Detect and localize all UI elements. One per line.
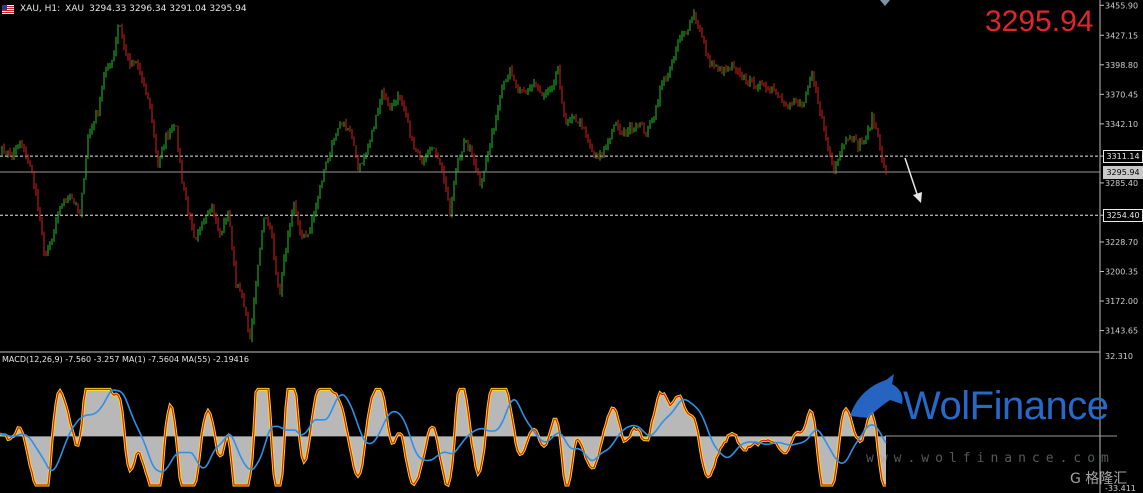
price-tick-label: 3370.45 <box>1105 90 1138 99</box>
symbol-flag-icon <box>2 4 14 14</box>
macd-header: MACD(12,26,9) -7.560 -3.257 MA(1) -7.560… <box>2 355 249 364</box>
symbol-period: XAU, H1: <box>20 4 61 14</box>
watermark-brand: WolFinance <box>903 384 1109 428</box>
watermark-corner: G 格隆汇 <box>1070 471 1128 487</box>
price-tag-lower: 3254.40 <box>1103 209 1143 223</box>
price-tick-label: 3285.40 <box>1105 179 1138 188</box>
price-tick-label: 3427.15 <box>1105 31 1138 40</box>
price-tick-label: 3342.10 <box>1105 120 1138 129</box>
macd-tick-label: 32.310 <box>1105 352 1133 361</box>
trend-arrow-head <box>913 192 922 203</box>
current-price-display: 3295.94 <box>985 5 1094 38</box>
trend-arrow-shaft <box>904 157 919 198</box>
price-tick-label: 3228.70 <box>1105 238 1138 247</box>
symbol-name: XAU <box>65 4 85 14</box>
price-tick-label: 3143.65 <box>1105 327 1138 336</box>
price-tick-label: 3455.90 <box>1105 1 1138 10</box>
price-tag-current: 3295.94 <box>1103 165 1143 179</box>
candles-group <box>1 9 887 343</box>
symbol-header: XAU, H1: XAU 3294.33 3296.34 3291.04 329… <box>2 2 252 16</box>
price-tick-label: 3398.80 <box>1105 61 1138 70</box>
price-tag-upper: 3311.14 <box>1103 150 1143 164</box>
wolf-logo-icon <box>850 374 903 418</box>
price-tick-label: 3200.35 <box>1105 268 1138 277</box>
ohlc-values: 3294.33 3296.34 3291.04 3295.94 <box>89 4 247 14</box>
price-tick-label: 3172.00 <box>1105 297 1138 306</box>
watermark-url: www.wolfinance.com <box>866 451 1115 466</box>
scroll-marker-icon <box>880 0 890 6</box>
